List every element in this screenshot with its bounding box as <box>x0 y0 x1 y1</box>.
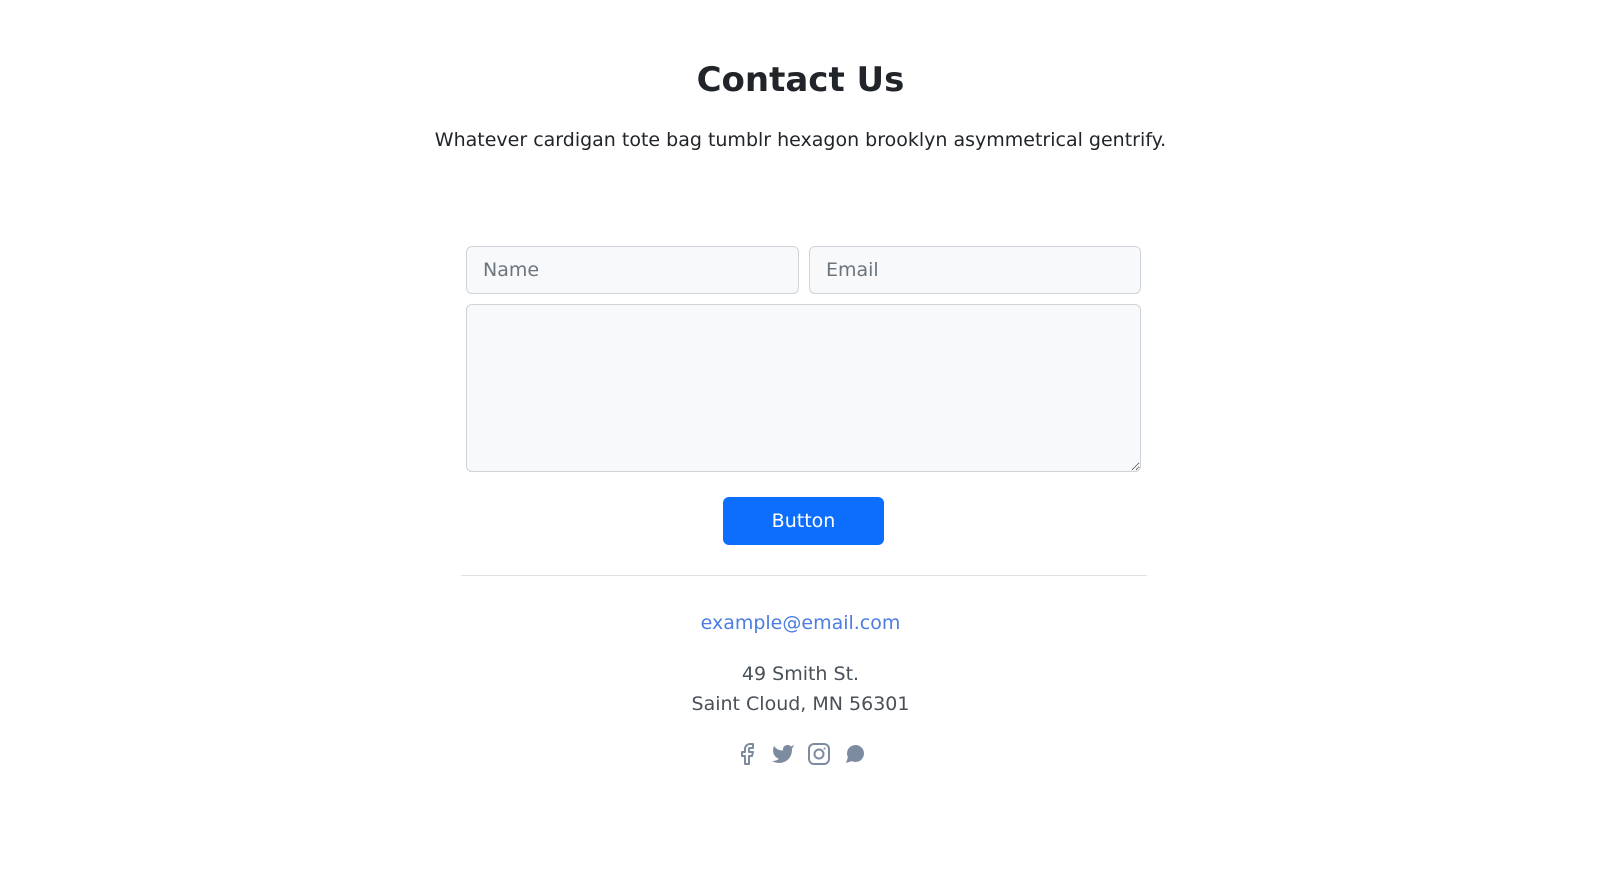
page-title: Contact Us <box>696 60 905 100</box>
twitter-icon[interactable] <box>770 741 796 767</box>
instagram-icon[interactable] <box>806 741 832 767</box>
email-field[interactable] <box>809 246 1141 294</box>
address-line-2: Saint Cloud, MN 56301 <box>691 693 910 715</box>
address: 49 Smith St. Saint Cloud, MN 56301 <box>0 659 1601 719</box>
divider <box>461 575 1147 576</box>
address-line-1: 49 Smith St. <box>741 663 860 685</box>
contact-email-link[interactable]: example@email.com <box>0 609 1601 637</box>
contact-page: Contact Us Whatever cardigan tote bag tu… <box>0 0 1601 883</box>
social-links <box>0 741 1601 767</box>
name-field[interactable] <box>466 246 799 294</box>
facebook-icon[interactable] <box>734 741 760 767</box>
message-field[interactable] <box>466 304 1141 472</box>
submit-button[interactable]: Button <box>723 497 884 545</box>
page-description: Whatever cardigan tote bag tumblr hexago… <box>434 129 1167 151</box>
chat-icon[interactable] <box>842 741 868 767</box>
